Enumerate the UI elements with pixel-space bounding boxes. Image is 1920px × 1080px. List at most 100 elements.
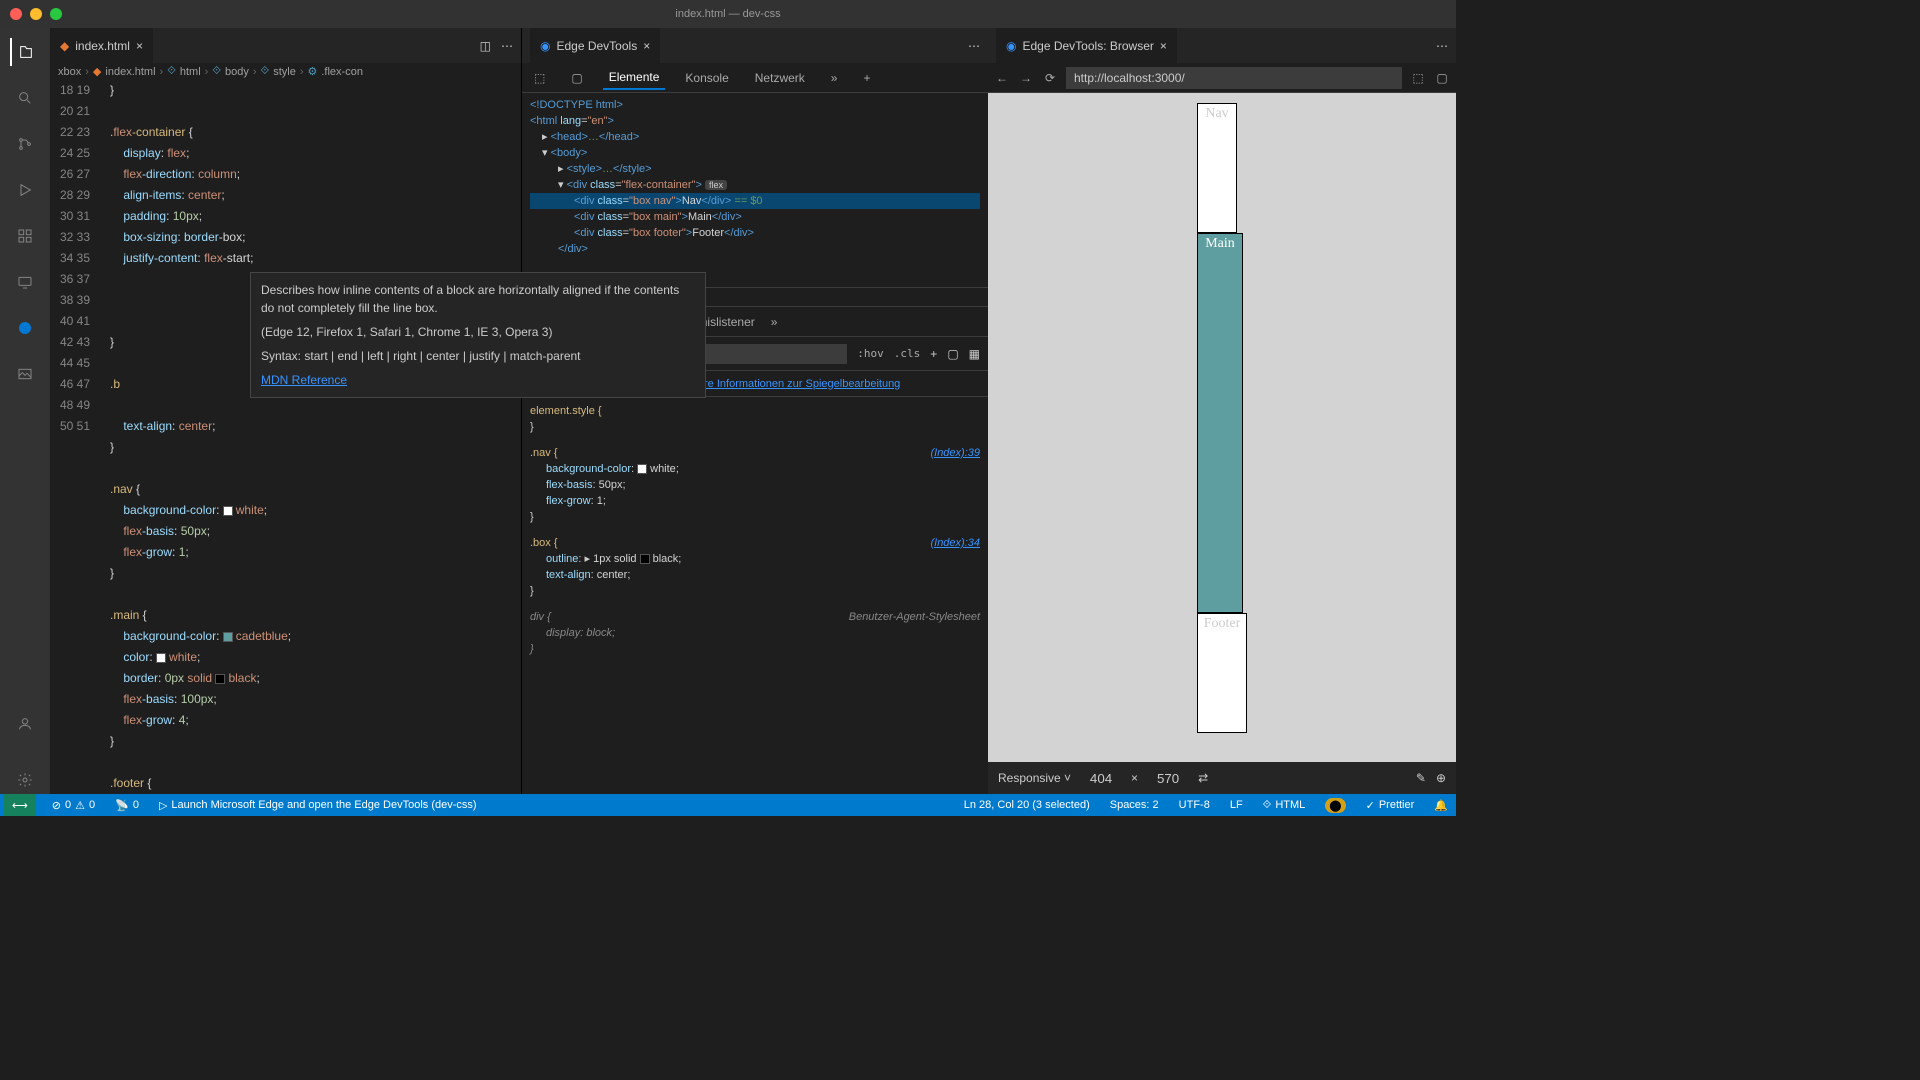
editor-tabs: ◆ index.html × ◫ ⋯ bbox=[50, 28, 521, 63]
traffic-lights bbox=[10, 8, 62, 20]
browser-nav: ← → ⟳ ⬚ ▢ bbox=[988, 63, 1456, 93]
inspect-icon[interactable]: ⬚ bbox=[1410, 71, 1426, 85]
statusbar: ⟷ ⊘ 0 ⚠ 0 📡 0 ▷ Launch Microsoft Edge an… bbox=[0, 794, 1456, 816]
eol[interactable]: LF bbox=[1226, 798, 1247, 813]
fit-icon[interactable]: ⊕ bbox=[1436, 771, 1446, 785]
search-icon[interactable] bbox=[11, 84, 39, 112]
screenshot-icon[interactable]: ▢ bbox=[1434, 71, 1450, 85]
tab-label: index.html bbox=[75, 39, 130, 53]
tag-icon: ⟐ bbox=[212, 65, 221, 78]
window-close[interactable] bbox=[10, 8, 22, 20]
remote-indicator[interactable]: ⟷ bbox=[4, 794, 36, 816]
editor-group: ◆ index.html × ◫ ⋯ xbox› ◆index.html› ⟐h… bbox=[50, 28, 522, 794]
more-icon[interactable]: ⋯ bbox=[968, 39, 980, 53]
cursor-position[interactable]: Ln 28, Col 20 (3 selected) bbox=[960, 798, 1094, 813]
styles-pane[interactable]: element.style { } .nav {(Index):39 backg… bbox=[522, 397, 988, 794]
activity-bar bbox=[0, 28, 50, 794]
explorer-icon[interactable] bbox=[10, 38, 38, 66]
demo-footer: Footer bbox=[1197, 613, 1247, 733]
edge-icon: ◉ bbox=[540, 39, 550, 53]
window-title: index.html — dev-css bbox=[675, 8, 780, 20]
flex-demo: Nav Main Footer bbox=[1197, 103, 1247, 733]
cls-toggle[interactable]: .cls bbox=[894, 347, 921, 360]
close-icon[interactable]: × bbox=[1160, 39, 1167, 53]
add-rule-icon[interactable]: + bbox=[930, 347, 937, 361]
more-tabs-icon[interactable]: » bbox=[825, 67, 844, 89]
mirror-info-link[interactable]: Weitere Informationen zur Spiegelbearbei… bbox=[676, 378, 900, 390]
html-file-icon: ◆ bbox=[60, 39, 69, 53]
language-mode[interactable]: ⟐ HTML bbox=[1259, 798, 1310, 813]
tab-browser[interactable]: ◉ Edge DevTools: Browser × bbox=[996, 28, 1177, 63]
images-icon[interactable] bbox=[11, 360, 39, 388]
devtools-toolbar: ⬚ ▢ Elemente Konsole Netzwerk » + bbox=[522, 63, 988, 93]
tag-icon: ⟐ bbox=[261, 65, 270, 78]
demo-nav: Nav bbox=[1197, 103, 1237, 233]
more-icon[interactable]: ⋯ bbox=[1436, 39, 1448, 53]
mdn-link[interactable]: MDN Reference bbox=[261, 373, 347, 387]
prettier-status[interactable]: ✓ Prettier bbox=[1362, 798, 1419, 813]
url-input[interactable] bbox=[1066, 67, 1402, 89]
device-mode[interactable]: Responsive ˅ bbox=[998, 771, 1071, 785]
tab-edge-devtools[interactable]: ◉ Edge DevTools × bbox=[530, 28, 660, 63]
close-icon[interactable]: × bbox=[136, 39, 143, 53]
html-icon: ◆ bbox=[93, 65, 101, 78]
browser-group: ◉ Edge DevTools: Browser × ⋯ ← → ⟳ ⬚ ▢ N… bbox=[988, 28, 1456, 794]
launch-task[interactable]: ▷ Launch Microsoft Edge and open the Edg… bbox=[155, 799, 481, 812]
devtools-group: ◉ Edge DevTools × ⋯ ⬚ ▢ Elemente Konsole… bbox=[522, 28, 988, 794]
class-icon: ⚙ bbox=[308, 65, 318, 78]
edit-icon[interactable]: ✎ bbox=[1416, 771, 1426, 785]
settings-icon[interactable] bbox=[11, 766, 39, 794]
breadcrumb[interactable]: xbox› ◆index.html› ⟐html› ⟐body› ⟐style›… bbox=[50, 63, 521, 80]
source-link[interactable]: (Index):39 bbox=[930, 445, 980, 461]
window-maximize[interactable] bbox=[50, 8, 62, 20]
reload-icon[interactable]: ⟳ bbox=[1042, 71, 1058, 85]
run-debug-icon[interactable] bbox=[11, 176, 39, 204]
hover-tooltip: Describes how inline contents of a block… bbox=[250, 272, 706, 398]
accounts-icon[interactable] bbox=[11, 710, 39, 738]
back-icon[interactable]: ← bbox=[994, 71, 1010, 85]
edge-icon: ◉ bbox=[1006, 39, 1016, 53]
code-content[interactable]: } .flex-container { display: flex; flex-… bbox=[110, 80, 521, 794]
indentation[interactable]: Spaces: 2 bbox=[1106, 798, 1163, 813]
tab-index-html[interactable]: ◆ index.html × bbox=[50, 28, 154, 63]
more-icon[interactable]: ⋯ bbox=[501, 39, 513, 53]
tab-network[interactable]: Netzwerk bbox=[749, 67, 811, 89]
tab-console[interactable]: Konsole bbox=[679, 67, 734, 89]
remote-icon[interactable] bbox=[11, 268, 39, 296]
browser-viewport[interactable]: Nav Main Footer bbox=[988, 93, 1456, 762]
split-editor-icon[interactable]: ◫ bbox=[480, 39, 491, 53]
more-icon[interactable]: » bbox=[771, 315, 778, 329]
browser-tabs: ◉ Edge DevTools: Browser × ⋯ bbox=[988, 28, 1456, 63]
color-badge[interactable]: ⬤ bbox=[1321, 798, 1349, 813]
print-icon[interactable]: ▢ bbox=[947, 347, 958, 361]
device-icon[interactable]: ▢ bbox=[565, 67, 588, 89]
rotate-icon[interactable]: ⇄ bbox=[1198, 771, 1208, 785]
titlebar: index.html — dev-css bbox=[0, 0, 1456, 28]
encoding[interactable]: UTF-8 bbox=[1175, 798, 1214, 813]
extensions-icon[interactable] bbox=[11, 222, 39, 250]
tab-elements[interactable]: Elemente bbox=[603, 66, 666, 90]
inspect-icon[interactable]: ⬚ bbox=[528, 67, 551, 89]
add-tab-icon[interactable]: + bbox=[857, 67, 876, 89]
source-link[interactable]: (Index):34 bbox=[930, 535, 980, 551]
source-control-icon[interactable] bbox=[11, 130, 39, 158]
line-gutter: 18 19 20 21 22 23 24 25 26 27 28 29 30 3… bbox=[50, 80, 110, 794]
code-editor[interactable]: 18 19 20 21 22 23 24 25 26 27 28 29 30 3… bbox=[50, 80, 521, 794]
dom-tree[interactable]: <!DOCTYPE html> <html lang="en"> ▸ <head… bbox=[522, 93, 988, 288]
main-area: ◆ index.html × ◫ ⋯ xbox› ◆index.html› ⟐h… bbox=[0, 28, 1456, 794]
errors-warnings[interactable]: ⊘ 0 ⚠ 0 bbox=[48, 799, 99, 812]
device-toolbar: Responsive ˅ × ⇄ ✎ ⊕ bbox=[988, 762, 1456, 794]
demo-main: Main bbox=[1197, 233, 1243, 613]
port-forward[interactable]: 📡 0 bbox=[111, 799, 143, 812]
notifications-icon[interactable]: 🔔 bbox=[1430, 798, 1452, 813]
layout-icon[interactable]: ▦ bbox=[969, 347, 980, 361]
selected-dom-node[interactable]: <div class="box nav">Nav</div> == $0 bbox=[530, 193, 980, 209]
hov-toggle[interactable]: :hov bbox=[857, 347, 884, 360]
edge-tools-icon[interactable] bbox=[11, 314, 39, 342]
forward-icon[interactable]: → bbox=[1018, 71, 1034, 85]
width-input[interactable] bbox=[1081, 771, 1121, 786]
close-icon[interactable]: × bbox=[643, 39, 650, 53]
window-minimize[interactable] bbox=[30, 8, 42, 20]
devtools-tabs: ◉ Edge DevTools × ⋯ bbox=[522, 28, 988, 63]
height-input[interactable] bbox=[1148, 771, 1188, 786]
